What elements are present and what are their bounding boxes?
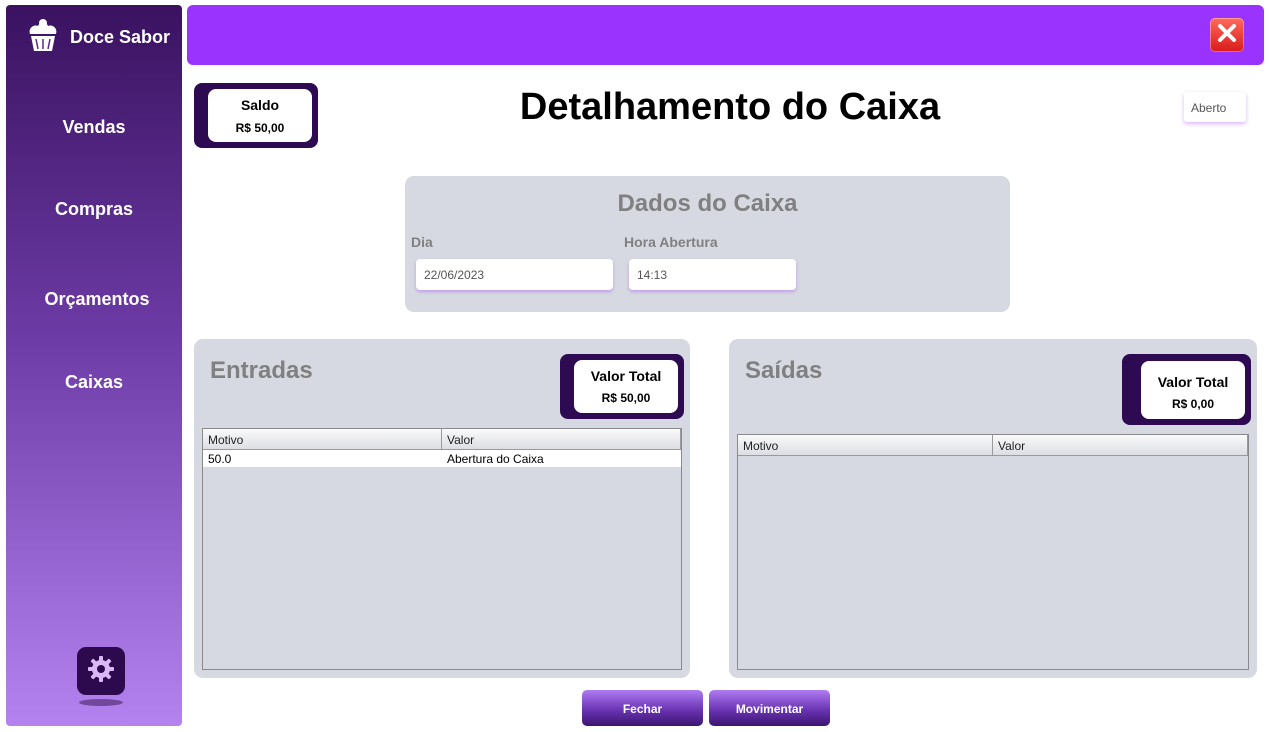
saidas-total-title: Valor Total <box>1157 374 1229 390</box>
brand-name: Doce Sabor <box>70 27 171 47</box>
saldo-value: R$ 50,00 <box>235 121 285 135</box>
column-header-valor[interactable]: Valor <box>442 429 681 449</box>
hora-field[interactable]: 14:13 <box>629 259 796 290</box>
saidas-total-value: R$ 0,00 <box>1171 397 1215 411</box>
settings-shadow <box>79 699 123 706</box>
status-field[interactable]: Aberto <box>1184 92 1246 122</box>
column-header-valor[interactable]: Valor <box>993 435 1248 455</box>
table-header: Motivo Valor <box>203 429 681 450</box>
sidebar-item-vendas[interactable]: Vendas <box>6 117 182 138</box>
dados-heading: Dados do Caixa <box>617 190 798 217</box>
movimentar-button[interactable]: Movimentar <box>709 690 830 726</box>
fechar-button[interactable]: Fechar <box>582 690 703 726</box>
top-bar <box>187 5 1264 65</box>
page-title: Detalhamento do Caixa <box>519 86 941 128</box>
entradas-total-inner: Valor Total R$ 50,00 <box>574 360 678 413</box>
entradas-total-value: R$ 50,00 <box>601 391 651 405</box>
dia-field[interactable]: 22/06/2023 <box>416 259 613 290</box>
sidebar: Doce Sabor Vendas Compras Orçamentos Cai… <box>6 5 182 726</box>
saidas-total-inner: Valor Total R$ 0,00 <box>1141 361 1245 419</box>
hora-label: Hora Abertura <box>624 234 718 250</box>
sidebar-item-caixas[interactable]: Caixas <box>6 372 182 393</box>
entradas-total-title: Valor Total <box>590 368 662 384</box>
column-header-motivo[interactable]: Motivo <box>738 435 993 455</box>
sidebar-item-orcamentos[interactable]: Orçamentos <box>9 289 185 310</box>
table-cell: 50.0 <box>208 452 232 466</box>
column-header-motivo[interactable]: Motivo <box>203 429 442 449</box>
saldo-title: Saldo <box>240 97 280 113</box>
table-cell: Abertura do Caixa <box>447 452 544 466</box>
saidas-table[interactable]: Motivo Valor <box>737 434 1249 670</box>
entradas-heading: Entradas <box>210 357 313 384</box>
saldo-inner: Saldo R$ 50,00 <box>208 89 312 142</box>
settings-button[interactable] <box>77 647 125 695</box>
dia-label: Dia <box>411 234 433 250</box>
sidebar-item-compras[interactable]: Compras <box>6 199 182 220</box>
cupcake-icon <box>26 17 60 58</box>
entradas-table[interactable]: Motivo Valor 50.0 Abertura do Caixa <box>202 428 682 670</box>
saidas-heading: Saídas <box>745 357 823 384</box>
brand: Doce Sabor <box>26 17 170 58</box>
table-row[interactable]: 50.0 Abertura do Caixa <box>203 450 681 467</box>
dados-panel: Dados do Caixa Dia 22/06/2023 Hora Abert… <box>405 176 1010 312</box>
gear-icon <box>86 654 116 689</box>
close-button[interactable] <box>1210 18 1244 52</box>
close-icon <box>1217 23 1237 48</box>
table-header: Motivo Valor <box>738 435 1248 456</box>
